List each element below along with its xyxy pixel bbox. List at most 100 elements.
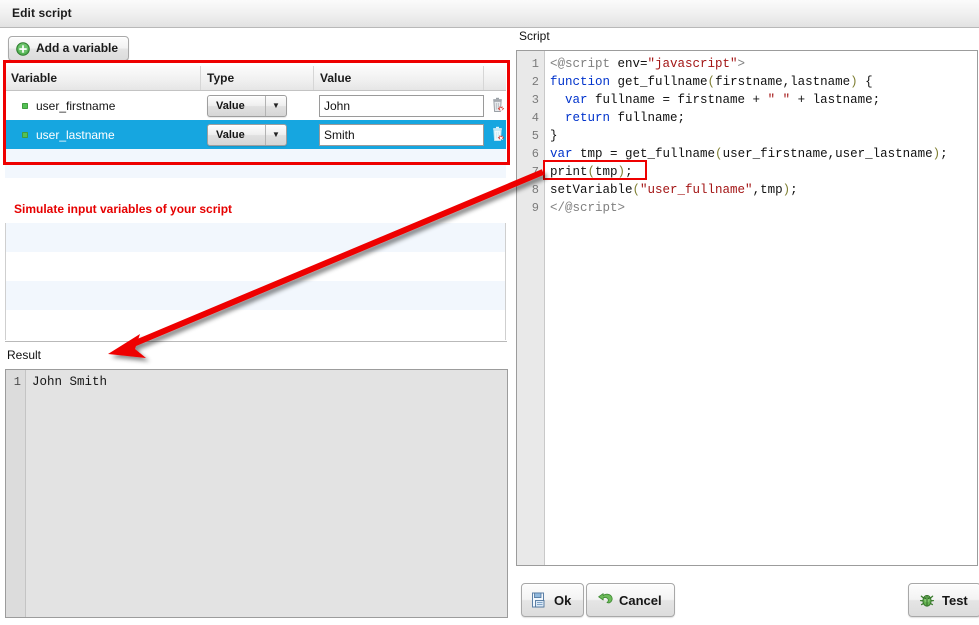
result-output-panel[interactable]: 1 John Smith — [5, 369, 508, 618]
table-row[interactable]: user_lastname Value ▼ — [5, 120, 506, 149]
variable-status-dot-icon — [22, 102, 28, 109]
variable-value-input-1[interactable] — [319, 123, 484, 146]
editor-code-text[interactable]: <@script env="javascript"> function get_f… — [550, 55, 977, 217]
variable-type-cell: Value ▼ — [201, 120, 314, 149]
result-output-text: John Smith — [32, 375, 108, 389]
cancel-label: Cancel — [619, 592, 662, 608]
variable-value-input-0[interactable] — [319, 94, 484, 117]
script-label: Script — [519, 29, 550, 43]
hint-text: Simulate input variables of your script — [14, 202, 233, 216]
editor-line-number: 9 — [531, 201, 539, 215]
plus-circle-icon — [16, 41, 30, 56]
code-token: ) — [617, 165, 626, 179]
code-token: "javascript" — [647, 57, 738, 71]
editor-line-number: 4 — [531, 111, 539, 125]
code-token: { — [857, 75, 873, 89]
add-variable-toolbar: Add a variable — [8, 36, 130, 61]
column-header-actions — [484, 66, 506, 90]
code-token: ; — [625, 165, 633, 179]
result-label: Result — [7, 348, 42, 362]
variable-value-cell — [314, 120, 484, 149]
empty-rows-grid — [5, 223, 506, 340]
variable-name-cell: user_lastname — [5, 120, 201, 149]
code-token: ( — [632, 183, 641, 197]
column-header-type: Type — [201, 66, 314, 90]
code-token: ) — [782, 183, 791, 197]
code-token: fullname = firstname + — [587, 93, 768, 107]
type-select-value: Value — [216, 128, 245, 141]
code-token: <@script — [550, 57, 618, 71]
save-disk-icon — [531, 592, 548, 609]
code-token: print — [550, 165, 588, 179]
type-select-1[interactable]: Value ▼ — [207, 123, 287, 146]
table-row[interactable]: user_firstname Value ▼ — [5, 91, 506, 120]
empty-row — [6, 281, 505, 310]
code-line: print(tmp); — [550, 163, 977, 181]
code-token: ) — [932, 147, 941, 161]
code-token: user_firstname,user_lastname — [722, 147, 933, 161]
code-line: setVariable("user_fullname",tmp); — [550, 181, 977, 199]
type-select-0[interactable]: Value ▼ — [207, 94, 287, 117]
empty-row — [6, 310, 505, 339]
editor-line-number: 8 — [531, 183, 539, 197]
variables-table: Variable Type Value user_firstname Value… — [5, 66, 506, 186]
variable-value-cell — [314, 91, 484, 120]
variables-table-header: Variable Type Value — [5, 66, 506, 91]
column-header-value: Value — [314, 66, 484, 90]
variable-actions-cell — [484, 120, 506, 149]
code-token: ,tmp — [752, 183, 783, 197]
code-token: firstname,lastname — [715, 75, 851, 89]
table-row-empty — [5, 149, 506, 178]
script-editor[interactable]: 1 2 3 4 5 6 7 8 9 <@script env="javascri… — [516, 50, 978, 566]
column-header-variable: Variable — [5, 66, 201, 90]
code-token: ; — [940, 147, 948, 161]
code-line: <@script env="javascript"> — [550, 55, 977, 73]
cancel-button[interactable]: Cancel — [586, 583, 675, 617]
code-token: ) — [850, 75, 858, 89]
result-line-number: 1 — [13, 375, 21, 389]
editor-line-number: 5 — [531, 129, 539, 143]
trash-delete-icon[interactable] — [490, 97, 507, 115]
bug-icon — [918, 592, 936, 609]
undo-arrow-icon — [596, 592, 613, 608]
variables-panel: Add a variable Variable Type Value user_… — [0, 28, 511, 618]
variable-actions-cell — [484, 91, 506, 120]
code-token: setVariable — [550, 183, 633, 197]
code-token: function — [550, 75, 611, 89]
trash-delete-icon[interactable] — [490, 126, 507, 144]
page-title: Edit script — [12, 6, 72, 20]
code-line: </@script> — [550, 199, 977, 217]
add-variable-label: Add a variable — [36, 41, 119, 55]
code-token: return — [565, 111, 611, 125]
code-token: var — [565, 93, 588, 107]
editor-line-number: 6 — [531, 147, 539, 161]
code-token: + lastname; — [790, 93, 881, 107]
editor-line-number: 1 — [531, 57, 539, 71]
code-token: " " — [767, 93, 791, 107]
variable-name-label: user_lastname — [36, 127, 115, 142]
variable-name-cell: user_firstname — [5, 91, 201, 120]
code-token: </@script> — [550, 201, 626, 215]
code-line: var fullname = firstname + " " + lastnam… — [550, 91, 977, 109]
add-variable-button[interactable]: Add a variable — [8, 36, 130, 61]
code-token: env= — [617, 57, 648, 71]
ok-button[interactable]: Ok — [521, 583, 585, 617]
dialog-footer: Ok Cancel Test — [511, 574, 979, 625]
variable-status-dot-icon — [22, 131, 28, 138]
chevron-down-icon: ▼ — [272, 130, 280, 139]
code-token: fullname; — [610, 111, 686, 125]
code-token: ( — [715, 147, 723, 161]
test-button[interactable]: Test — [908, 583, 979, 617]
divider — [5, 341, 507, 342]
code-token: tmp — [595, 165, 618, 179]
code-token: > — [737, 57, 746, 71]
type-select-value: Value — [216, 99, 245, 112]
chevron-down-icon: ▼ — [272, 101, 280, 110]
variable-type-cell: Value ▼ — [201, 91, 314, 120]
empty-row — [6, 252, 505, 281]
code-token: ( — [587, 165, 596, 179]
script-panel: Script 1 2 3 4 5 6 7 8 9 <@script env="j… — [511, 28, 979, 617]
editor-line-number: 7 — [531, 165, 539, 179]
